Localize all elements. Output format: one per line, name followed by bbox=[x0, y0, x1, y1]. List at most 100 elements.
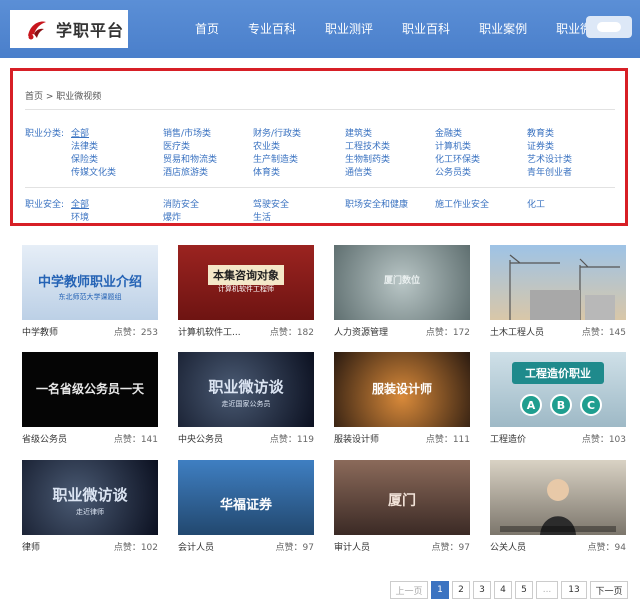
video-title[interactable]: 省级公务员 bbox=[22, 432, 67, 445]
page-3-button[interactable]: 3 bbox=[473, 581, 491, 599]
safety-filter-item[interactable]: 消防安全 bbox=[163, 197, 199, 210]
video-thumbnail[interactable]: 厦门数位 bbox=[334, 245, 470, 320]
video-title[interactable]: 土木工程人员 bbox=[490, 325, 544, 338]
breadcrumb[interactable]: 首页 > 职业微视频 bbox=[25, 89, 101, 102]
page-5-button[interactable]: 5 bbox=[515, 581, 533, 599]
nav-career-cases[interactable]: 职业案例 bbox=[479, 0, 527, 58]
video-thumbnail[interactable]: 厦门 bbox=[334, 460, 470, 535]
category-filter-item[interactable]: 艺术设计类 bbox=[527, 152, 572, 165]
thumbnail-title: 华福证券 bbox=[219, 498, 272, 513]
category-filter-item[interactable]: 法律类 bbox=[71, 139, 98, 152]
video-card[interactable]: 公关人员 点赞：94 bbox=[490, 460, 626, 553]
safety-filter-item[interactable]: 驾驶安全 bbox=[253, 197, 289, 210]
next-page-button[interactable]: 下一页 bbox=[590, 581, 628, 599]
video-thumbnail[interactable] bbox=[490, 245, 626, 320]
category-filter-item[interactable]: 生物制药类 bbox=[345, 152, 390, 165]
like-count: 点赞：102 bbox=[113, 543, 158, 553]
video-thumbnail[interactable]: 服装设计师 bbox=[334, 352, 470, 427]
video-caption: 公关人员 点赞：94 bbox=[490, 540, 626, 553]
video-card[interactable]: 土木工程人员 点赞：145 bbox=[490, 245, 626, 338]
video-thumbnail[interactable]: 一名省级公务员一天 bbox=[22, 352, 158, 427]
category-filter-item[interactable]: 医疗类 bbox=[163, 139, 190, 152]
video-card[interactable]: 厦门数位 人力资源管理 点赞：172 bbox=[334, 245, 470, 338]
video-caption: 服装设计师 点赞：111 bbox=[334, 432, 470, 445]
category-filter-item[interactable]: 教育类 bbox=[527, 126, 554, 139]
video-thumbnail[interactable]: 华福证券 bbox=[178, 460, 314, 535]
video-thumbnail[interactable]: 本集咨询对象 计算机软件工程师 bbox=[178, 245, 314, 320]
category-filter-item[interactable]: 销售/市场类 bbox=[163, 126, 211, 139]
video-title[interactable]: 计算机软件工... bbox=[178, 325, 241, 338]
category-filter-item[interactable]: 金融类 bbox=[435, 126, 462, 139]
page-4-button[interactable]: 4 bbox=[494, 581, 512, 599]
user-button[interactable] bbox=[586, 16, 632, 38]
video-card[interactable]: 服装设计师 服装设计师 点赞：111 bbox=[334, 352, 470, 445]
category-filter-item[interactable]: 传媒文化类 bbox=[71, 165, 116, 178]
video-card[interactable]: 一名省级公务员一天 省级公务员 点赞：141 bbox=[22, 352, 158, 445]
category-filter-item[interactable]: 体育类 bbox=[253, 165, 280, 178]
category-filter-item[interactable]: 农业类 bbox=[253, 139, 280, 152]
video-card[interactable]: 职业微访谈 走近国家公务员中央公务员 点赞：119 bbox=[178, 352, 314, 445]
video-thumbnail[interactable]: 工程造价职业 A B C bbox=[490, 352, 626, 427]
logo[interactable]: 学职平台 bbox=[10, 10, 128, 48]
top-header: 学职平台 首页 专业百科 职业测评 职业百科 职业案例 职业微视频 bbox=[0, 0, 640, 58]
nav-major-wiki[interactable]: 专业百科 bbox=[248, 0, 296, 58]
nav-career-wiki[interactable]: 职业百科 bbox=[402, 0, 450, 58]
prev-page-button[interactable]: 上一页 bbox=[390, 581, 428, 599]
presenter-image-icon bbox=[500, 479, 616, 535]
video-title[interactable]: 工程造价 bbox=[490, 432, 526, 445]
category-filter-item[interactable]: 建筑类 bbox=[345, 126, 372, 139]
category-filter-item[interactable]: 酒店旅游类 bbox=[163, 165, 208, 178]
video-title[interactable]: 审计人员 bbox=[334, 540, 370, 553]
category-filter-item[interactable]: 财务/行政类 bbox=[253, 126, 301, 139]
category-filter-item[interactable]: 计算机类 bbox=[435, 139, 471, 152]
nav-home[interactable]: 首页 bbox=[195, 0, 219, 58]
video-title[interactable]: 中央公务员 bbox=[178, 432, 223, 445]
video-card[interactable]: 中学教师职业介绍 东北师范大学课题组 中学教师 点赞：253 bbox=[22, 245, 158, 338]
safety-filter-item[interactable]: 生活 bbox=[253, 210, 271, 223]
category-filter-item[interactable]: 工程技术类 bbox=[345, 139, 390, 152]
pagination: 上一页 1 2 3 4 5 ... 13 下一页 bbox=[390, 581, 631, 599]
thumbnail-subtitle: 计算机软件工程师 bbox=[218, 285, 274, 293]
video-title[interactable]: 中学教师 bbox=[22, 325, 58, 338]
category-filter-item[interactable]: 保险类 bbox=[71, 152, 98, 165]
video-card[interactable]: 工程造价职业 A B C 工程造价 点赞：103 bbox=[490, 352, 626, 445]
video-title[interactable]: 律师 bbox=[22, 540, 40, 553]
safety-filter-item[interactable]: 化工 bbox=[527, 197, 545, 210]
safety-filter-item[interactable]: 全部 bbox=[71, 197, 89, 210]
nav-career-test[interactable]: 职业测评 bbox=[325, 0, 373, 58]
video-title[interactable]: 服装设计师 bbox=[334, 432, 379, 445]
page-1-button[interactable]: 1 bbox=[431, 581, 449, 599]
video-title[interactable]: 公关人员 bbox=[490, 540, 526, 553]
video-thumbnail[interactable]: 中学教师职业介绍 东北师范大学课题组 bbox=[22, 245, 158, 320]
category-filter-item[interactable]: 青年创业者 bbox=[527, 165, 572, 178]
category-filter-item[interactable]: 全部 bbox=[71, 126, 89, 139]
safety-filter-item[interactable]: 职场安全和健康 bbox=[345, 197, 408, 210]
safety-filter-item[interactable]: 爆炸 bbox=[163, 210, 181, 223]
video-card[interactable]: 厦门审计人员 点赞：97 bbox=[334, 460, 470, 553]
page-13-button[interactable]: 13 bbox=[561, 581, 587, 599]
video-card[interactable]: 本集咨询对象 计算机软件工程师 计算机软件工... 点赞：182 bbox=[178, 245, 314, 338]
video-thumbnail[interactable]: 职业微访谈 走近律师 bbox=[22, 460, 158, 535]
like-count: 点赞：97 bbox=[431, 543, 470, 553]
category-filter-item[interactable]: 证券类 bbox=[527, 139, 554, 152]
like-count: 点赞：97 bbox=[275, 543, 314, 553]
option-a-icon: A bbox=[520, 394, 542, 416]
page-2-button[interactable]: 2 bbox=[452, 581, 470, 599]
thumbnail-title: 厦门数位 bbox=[383, 276, 420, 286]
safety-filter-item[interactable]: 施工作业安全 bbox=[435, 197, 489, 210]
video-thumbnail[interactable]: 职业微访谈 走近国家公务员 bbox=[178, 352, 314, 427]
category-filter-item[interactable]: 化工环保类 bbox=[435, 152, 480, 165]
video-title[interactable]: 会计人员 bbox=[178, 540, 214, 553]
video-title[interactable]: 人力资源管理 bbox=[334, 325, 388, 338]
video-card[interactable]: 华福证券会计人员 点赞：97 bbox=[178, 460, 314, 553]
safety-filter-item[interactable]: 环境 bbox=[71, 210, 89, 223]
video-caption: 中央公务员 点赞：119 bbox=[178, 432, 314, 445]
category-filter-item[interactable]: 生产制造类 bbox=[253, 152, 298, 165]
video-caption: 会计人员 点赞：97 bbox=[178, 540, 314, 553]
category-filter-item[interactable]: 通信类 bbox=[345, 165, 372, 178]
video-thumbnail[interactable] bbox=[490, 460, 626, 535]
category-filter-item[interactable]: 公务员类 bbox=[435, 165, 471, 178]
category-filter-item[interactable]: 贸易和物流类 bbox=[163, 152, 217, 165]
video-card[interactable]: 职业微访谈 走近律师律师 点赞：102 bbox=[22, 460, 158, 553]
like-count: 点赞：119 bbox=[269, 435, 314, 445]
